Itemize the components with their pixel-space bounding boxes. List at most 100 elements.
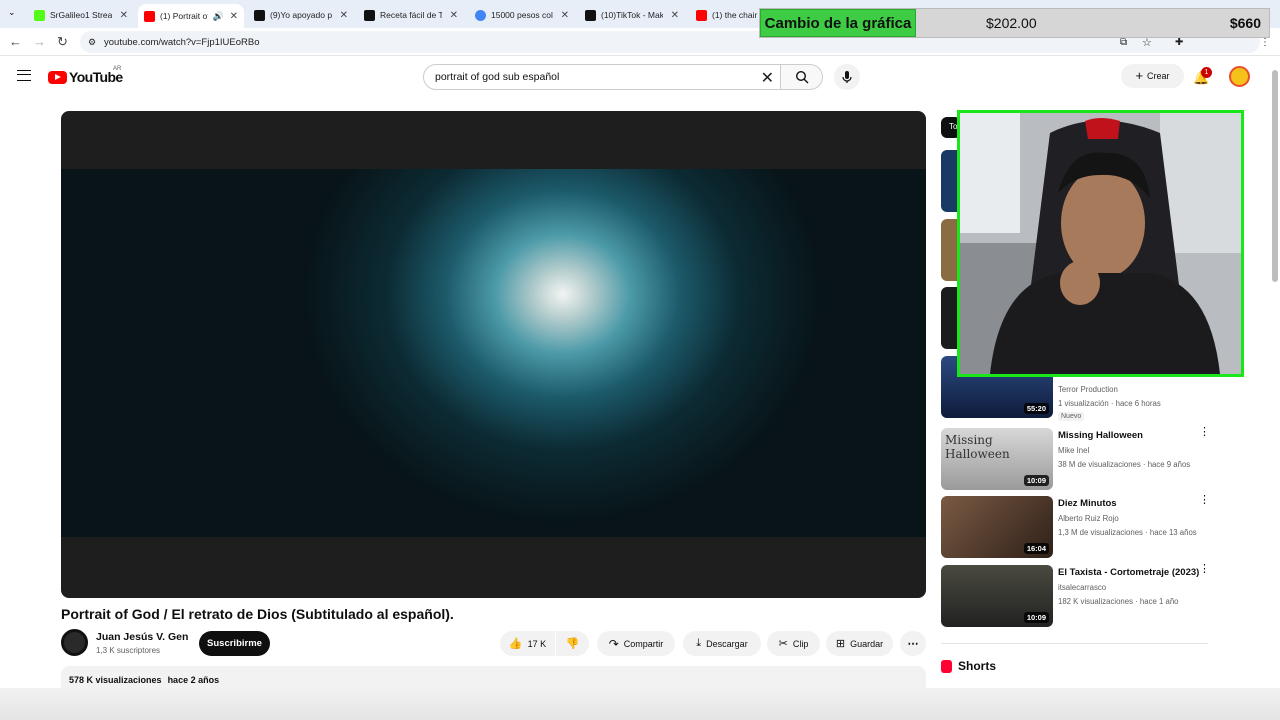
video-meta: 1 visualización · hace 6 horas bbox=[1058, 399, 1161, 408]
search-icon bbox=[795, 70, 809, 84]
download-icon: ⤓ bbox=[696, 637, 702, 649]
tab-google[interactable]: 15000 pesos colo ✕ bbox=[469, 4, 575, 26]
channel-name: Alberto Ruiz Rojo bbox=[1058, 514, 1119, 523]
tab-tiktok-2[interactable]: Receta fácil de To ✕ bbox=[358, 4, 464, 26]
list-item[interactable]: 10:09 El Taxista - Cortometraje (2023) i… bbox=[941, 564, 1213, 627]
back-icon[interactable]: ← bbox=[9, 34, 22, 49]
tab-tiktok-1[interactable]: (9)Yo apoyado p ✕ bbox=[248, 4, 354, 26]
webcam-overlay bbox=[957, 110, 1244, 377]
voice-search-button[interactable] bbox=[834, 64, 860, 90]
clear-search-icon[interactable]: ✕ bbox=[761, 68, 774, 88]
scissors-icon: ✂ bbox=[778, 638, 788, 650]
dislike-button[interactable]: 👎 bbox=[556, 631, 589, 656]
more-vertical-icon[interactable]: ⋮ bbox=[1199, 564, 1210, 575]
thumbs-up-icon: 👍 bbox=[508, 638, 523, 650]
menu-hamburger-icon[interactable] bbox=[17, 70, 31, 81]
close-tab-icon[interactable]: ✕ bbox=[561, 10, 569, 21]
close-tab-icon[interactable]: ✕ bbox=[671, 10, 679, 21]
overlay-value-primary: $202.00 bbox=[986, 15, 1037, 31]
channel-avatar[interactable] bbox=[61, 629, 88, 656]
price-change-overlay: Cambio de la gráfica $202.00 $660 bbox=[759, 8, 1270, 38]
youtube-play-icon bbox=[48, 70, 67, 84]
duration-badge: 10:09 bbox=[1023, 612, 1049, 623]
more-actions-button[interactable]: ⋯ bbox=[900, 631, 926, 656]
google-icon bbox=[475, 9, 486, 21]
video-meta: 182 K visualizaciones · hace 1 año bbox=[1058, 597, 1179, 606]
video-title: Portrait of God / El retrato de Dios (Su… bbox=[61, 606, 454, 622]
more-horizontal-icon: ⋯ bbox=[907, 638, 919, 650]
youtube-icon bbox=[144, 10, 155, 22]
download-button[interactable]: ⤓ Descargar bbox=[683, 631, 761, 656]
search-input[interactable]: portrait of god sub español ✕ bbox=[423, 64, 781, 90]
save-playlist-icon: ⊞ bbox=[835, 638, 846, 650]
create-button[interactable]: + Crear bbox=[1121, 64, 1184, 88]
site-settings-icon[interactable]: ⚙ bbox=[88, 37, 96, 48]
tiktok-icon bbox=[364, 9, 375, 21]
channel-name[interactable]: Juan Jesús V. Gen bbox=[96, 631, 188, 643]
channel-name: Terror Production bbox=[1058, 385, 1118, 394]
tiktok-icon bbox=[585, 9, 596, 21]
bottom-bar bbox=[0, 688, 1280, 720]
scrollbar-thumb[interactable] bbox=[1272, 70, 1278, 282]
shorts-heading: Shorts bbox=[941, 659, 996, 673]
plus-icon: + bbox=[1135, 68, 1144, 83]
thumbnail-text: Missing Halloween bbox=[945, 433, 1010, 461]
tab-search-chevron-icon[interactable]: ⌄ bbox=[8, 7, 16, 18]
close-tab-icon[interactable]: ✕ bbox=[230, 11, 238, 22]
video-title: Missing Halloween bbox=[1058, 430, 1143, 441]
tab-the-chair[interactable]: (1) the chair bbox=[690, 4, 760, 26]
close-tab-icon[interactable]: ✕ bbox=[120, 10, 128, 21]
duration-badge: 55:20 bbox=[1023, 403, 1049, 414]
video-thumbnail[interactable]: 16:04 bbox=[941, 496, 1053, 558]
kick-icon bbox=[34, 9, 45, 21]
video-thumbnail[interactable]: 10:09 bbox=[941, 565, 1053, 627]
tiktok-icon bbox=[254, 9, 265, 21]
shorts-icon bbox=[941, 659, 952, 673]
install-app-icon[interactable]: ⧉ bbox=[1120, 37, 1127, 48]
youtube-header: YouTube AR portrait of god sub español ✕ … bbox=[0, 56, 1280, 100]
account-avatar[interactable] bbox=[1229, 66, 1250, 87]
video-title: Diez Minutos bbox=[1058, 498, 1117, 509]
like-button[interactable]: 👍 17 K bbox=[500, 631, 555, 656]
tab-tiktok-3[interactable]: (10)TikTok - Make ✕ bbox=[579, 4, 685, 26]
forward-icon[interactable]: → bbox=[33, 34, 46, 49]
channel-name: itsalecarrasco bbox=[1058, 583, 1107, 592]
video-meta: 38 M de visualizaciones · hace 9 años bbox=[1058, 460, 1191, 469]
list-item[interactable]: 16:04 Diez Minutos Alberto Ruiz Rojo 1,3… bbox=[941, 495, 1213, 558]
microphone-icon bbox=[842, 71, 852, 83]
notification-badge: 1 bbox=[1201, 67, 1212, 78]
reload-icon[interactable]: ↻ bbox=[57, 34, 68, 50]
list-item[interactable]: Missing Halloween 10:09 Missing Halloween… bbox=[941, 427, 1213, 490]
duration-badge: 10:09 bbox=[1023, 475, 1049, 486]
save-button[interactable]: ⊞ Guardar bbox=[826, 631, 893, 656]
video-meta: 1,3 M de visualizaciones · hace 13 años bbox=[1058, 528, 1197, 537]
browser-menu-icon[interactable]: ⋮ bbox=[1260, 37, 1270, 48]
more-vertical-icon[interactable]: ⋮ bbox=[1199, 495, 1210, 506]
divider bbox=[941, 643, 1208, 644]
share-arrow-icon: ↷ bbox=[608, 636, 619, 651]
new-badge: Nuevo bbox=[1058, 412, 1085, 421]
share-button[interactable]: ↷ Compartir bbox=[597, 631, 675, 656]
subscriber-count: 1,3 K suscriptores bbox=[96, 646, 161, 655]
video-title: El Taxista - Cortometraje (2023) bbox=[1058, 567, 1200, 578]
thumbs-down-icon: 👎 bbox=[565, 638, 580, 650]
tab-portrait-of-god[interactable]: (1) Portrait of 🔊 ✕ bbox=[138, 4, 244, 28]
subscribe-button[interactable]: Suscribirme bbox=[199, 631, 270, 656]
more-vertical-icon[interactable]: ⋮ bbox=[1199, 427, 1210, 438]
close-tab-icon[interactable]: ✕ bbox=[340, 10, 348, 21]
video-thumbnail[interactable]: Missing Halloween 10:09 bbox=[941, 428, 1053, 490]
duration-badge: 16:04 bbox=[1023, 543, 1049, 554]
youtube-logo[interactable]: YouTube AR bbox=[48, 66, 123, 85]
video-frame bbox=[61, 169, 926, 537]
close-tab-icon[interactable]: ✕ bbox=[450, 10, 458, 21]
extensions-icon[interactable]: ✚ bbox=[1175, 37, 1183, 48]
page-scrollbar[interactable] bbox=[1270, 62, 1280, 688]
overlay-label: Cambio de la gráfica bbox=[760, 9, 916, 37]
audio-playing-icon[interactable]: 🔊 bbox=[213, 11, 224, 22]
tab-srgalileo[interactable]: SrGalileo1 Stream✕ bbox=[28, 4, 134, 26]
search-button[interactable] bbox=[781, 64, 823, 90]
clip-button[interactable]: ✂ Clip bbox=[767, 631, 820, 656]
streamer-webcam-image bbox=[960, 113, 1241, 374]
youtube-icon bbox=[696, 9, 707, 21]
video-player[interactable] bbox=[61, 111, 926, 598]
